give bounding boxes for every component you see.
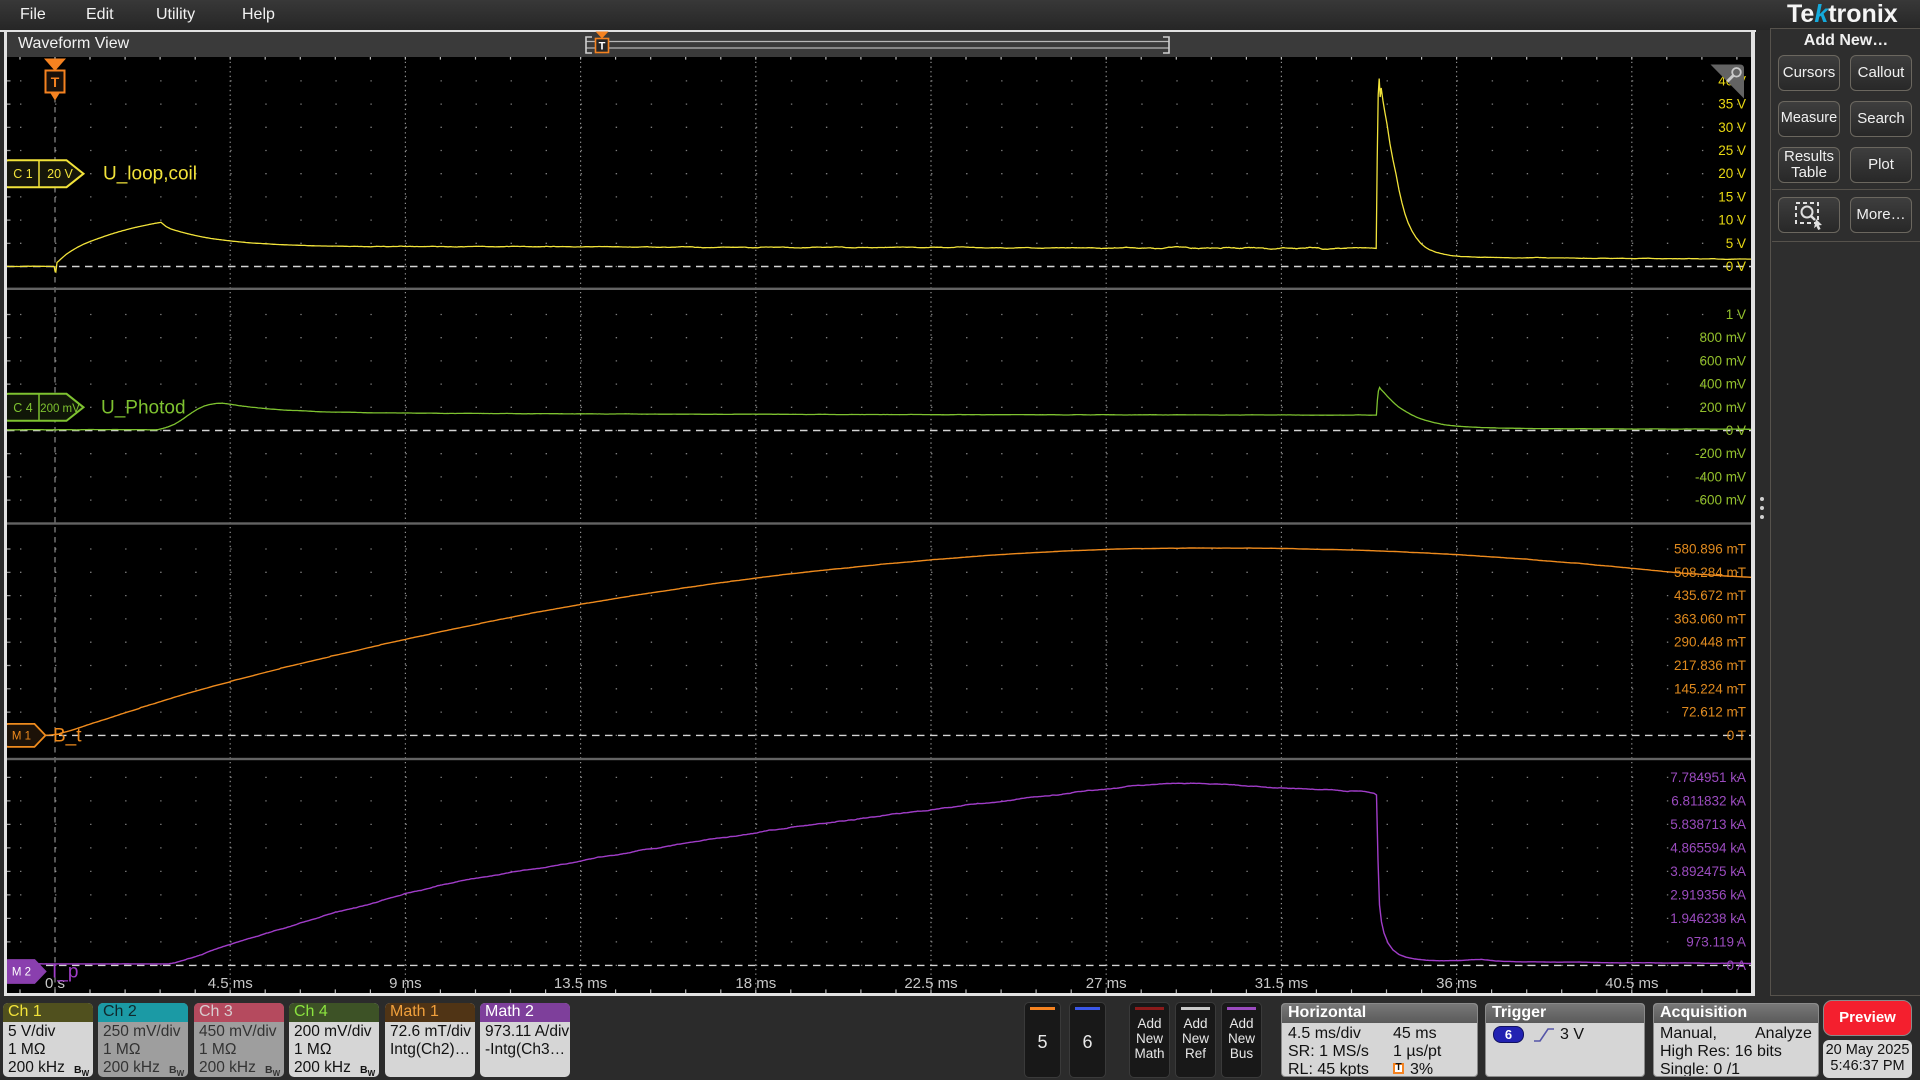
svg-text:580.896 mT: 580.896 mT bbox=[1674, 542, 1746, 557]
svg-text:0 V: 0 V bbox=[1726, 423, 1746, 438]
svg-text:27 ms: 27 ms bbox=[1086, 975, 1127, 992]
svg-text:9 ms: 9 ms bbox=[389, 975, 422, 992]
svg-text:0 T: 0 T bbox=[1727, 728, 1746, 743]
svg-text:1.946238 kA: 1.946238 kA bbox=[1670, 911, 1746, 926]
svg-text:13.5 ms: 13.5 ms bbox=[554, 975, 607, 992]
svg-text:20 V: 20 V bbox=[1718, 166, 1746, 181]
svg-text:-200 mV: -200 mV bbox=[1695, 446, 1746, 461]
svg-text:C 4: C 4 bbox=[13, 401, 33, 415]
svg-text:1 V: 1 V bbox=[1726, 307, 1746, 322]
svg-text:72.612 mT: 72.612 mT bbox=[1681, 705, 1746, 720]
svg-text:4.865594 kA: 4.865594 kA bbox=[1670, 840, 1746, 855]
svg-text:M 1: M 1 bbox=[12, 730, 31, 742]
svg-text:25 V: 25 V bbox=[1718, 143, 1746, 158]
svg-text:800 mV: 800 mV bbox=[1699, 330, 1746, 345]
svg-text:20 V: 20 V bbox=[47, 167, 73, 181]
svg-text:7.784951 kA: 7.784951 kA bbox=[1670, 770, 1746, 785]
svg-text:508.284 mT: 508.284 mT bbox=[1674, 565, 1746, 580]
svg-text:400 mV: 400 mV bbox=[1699, 377, 1746, 392]
svg-text:T: T bbox=[51, 74, 60, 90]
svg-text:145.224 mT: 145.224 mT bbox=[1674, 681, 1746, 696]
svg-text:10 V: 10 V bbox=[1718, 213, 1746, 228]
svg-text:U_loop,coil: U_loop,coil bbox=[103, 164, 197, 185]
svg-text:18 ms: 18 ms bbox=[735, 975, 776, 992]
svg-text:4.5 ms: 4.5 ms bbox=[208, 975, 253, 992]
svg-text:435.672 mT: 435.672 mT bbox=[1674, 588, 1746, 603]
svg-text:15 V: 15 V bbox=[1718, 189, 1746, 204]
svg-text:5 V: 5 V bbox=[1726, 236, 1746, 251]
svg-text:973.119 A: 973.119 A bbox=[1686, 934, 1746, 949]
svg-text:217.836 mT: 217.836 mT bbox=[1674, 658, 1746, 673]
svg-text:200 mV: 200 mV bbox=[40, 403, 80, 415]
svg-text:2.919356 kA: 2.919356 kA bbox=[1670, 887, 1746, 902]
svg-text:36 ms: 36 ms bbox=[1436, 975, 1477, 992]
svg-text:6.811832 kA: 6.811832 kA bbox=[1671, 793, 1746, 808]
svg-text:200 mV: 200 mV bbox=[1699, 400, 1746, 415]
svg-text:600 mV: 600 mV bbox=[1699, 353, 1746, 368]
svg-text:M 2: M 2 bbox=[12, 967, 31, 979]
svg-text:31.5 ms: 31.5 ms bbox=[1255, 975, 1308, 992]
svg-text:3.892475 kA: 3.892475 kA bbox=[1670, 864, 1746, 879]
svg-text:363.060 mT: 363.060 mT bbox=[1674, 611, 1746, 626]
svg-text:30 V: 30 V bbox=[1718, 120, 1746, 135]
svg-text:0 V: 0 V bbox=[1726, 259, 1746, 274]
svg-text:C 1: C 1 bbox=[13, 167, 33, 181]
svg-text:-400 mV: -400 mV bbox=[1695, 469, 1746, 484]
svg-text:T: T bbox=[599, 41, 606, 53]
svg-text:5.838713 kA: 5.838713 kA bbox=[1670, 817, 1746, 832]
svg-text:I_p: I_p bbox=[52, 962, 78, 983]
svg-text:22.5 ms: 22.5 ms bbox=[904, 975, 957, 992]
svg-text:35 V: 35 V bbox=[1718, 97, 1746, 112]
svg-text:U_Photod: U_Photod bbox=[101, 397, 186, 418]
svg-text:-600 mV: -600 mV bbox=[1695, 493, 1746, 508]
svg-text:0 A: 0 A bbox=[1726, 958, 1746, 973]
svg-text:290.448 mT: 290.448 mT bbox=[1674, 635, 1746, 650]
svg-text:40.5 ms: 40.5 ms bbox=[1605, 975, 1658, 992]
svg-text:B_t: B_t bbox=[53, 725, 82, 746]
